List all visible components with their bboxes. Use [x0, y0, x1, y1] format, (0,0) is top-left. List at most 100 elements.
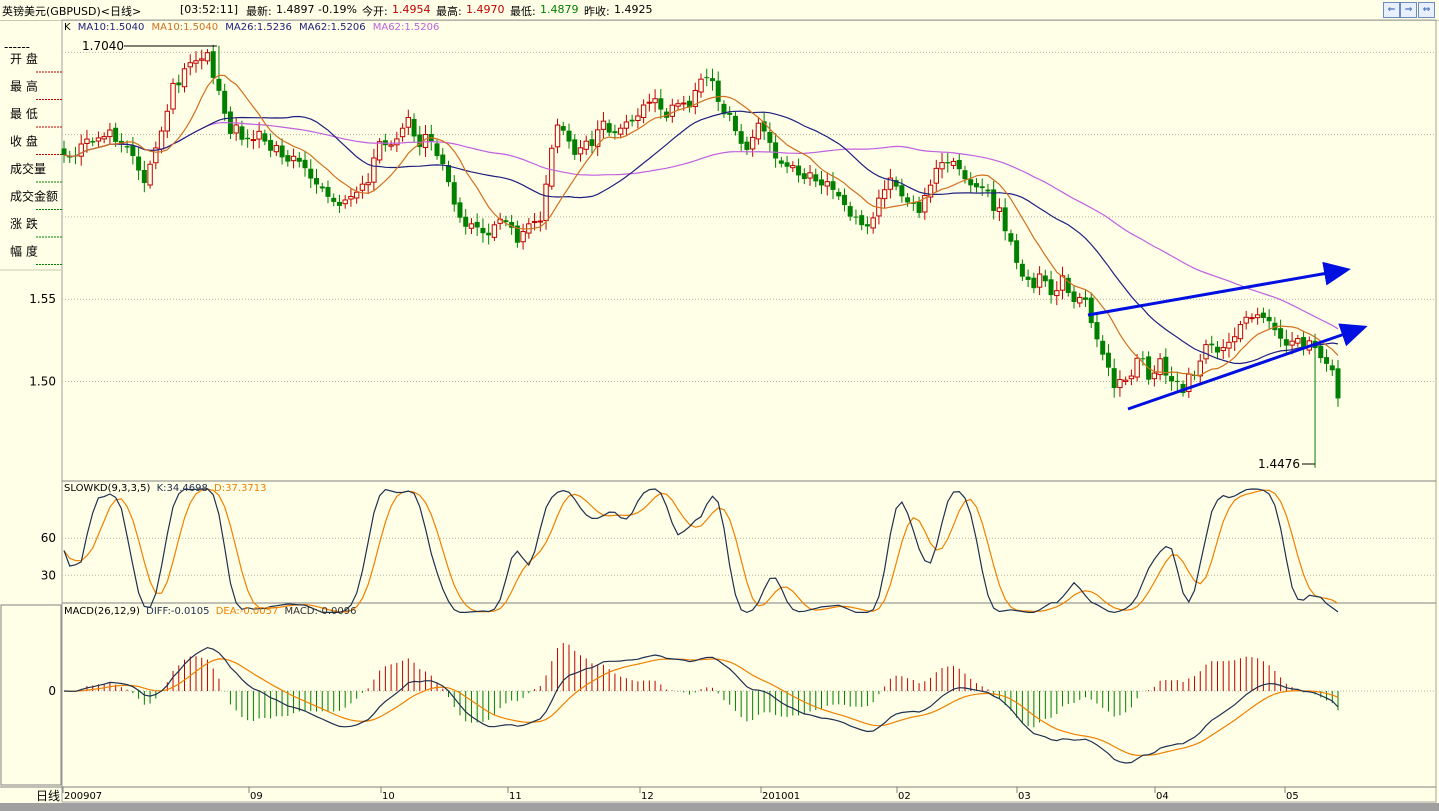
kd-k-value: K:34.4698 — [156, 483, 208, 494]
candle-body-down — [480, 227, 486, 234]
candle-body-down — [463, 216, 469, 227]
candle-body-down — [859, 215, 865, 226]
candle-body-down — [124, 146, 130, 148]
candle-body-down — [262, 133, 268, 142]
candle-body-up — [640, 104, 647, 119]
candle-body-up — [939, 162, 945, 170]
panel-field-label: 成交金额 — [10, 189, 58, 204]
candle-body-up — [394, 138, 400, 146]
candle-body-up — [675, 103, 681, 107]
candle-body-up — [652, 98, 658, 104]
candle-body-up — [1237, 324, 1244, 340]
candle-body-up — [1117, 379, 1123, 389]
candle-body-down — [796, 165, 802, 176]
high-marker-label: 1.7040 — [82, 39, 124, 53]
candle-body-down — [1082, 297, 1088, 300]
candle-body-down — [773, 142, 779, 159]
macd-histogram — [69, 643, 1339, 728]
x-axis-label: 03 — [1018, 791, 1031, 802]
candle-body-up — [600, 120, 607, 130]
candle-body-down — [813, 174, 819, 182]
candle-body-down — [715, 80, 721, 102]
candle-body-down — [331, 197, 337, 202]
candle-body-down — [61, 148, 67, 156]
candle-body-down — [285, 155, 291, 162]
candle-body-up — [807, 172, 813, 179]
candle-body-up — [1254, 314, 1261, 319]
price-chart[interactable]: 1.55 1.50 开 盘最 高最 低收 盘成交量成交金额涨 跌幅 度 1.7040 1… — [0, 0, 1439, 811]
candle-body-up — [1197, 360, 1203, 377]
macd-axis-tick: 0 — [48, 684, 56, 698]
candle-body-up — [187, 62, 193, 68]
candle-body-up — [365, 182, 371, 186]
candle-body-down — [141, 170, 147, 184]
candle-body-down — [457, 202, 463, 218]
candle-body-up — [520, 231, 526, 243]
candle-body-down — [1266, 316, 1272, 322]
candle-body-up — [1243, 316, 1249, 324]
candle-body-down — [709, 78, 715, 82]
x-axis-label: 10 — [382, 791, 395, 802]
candle-body-up — [669, 104, 676, 117]
candle-body-up — [933, 167, 939, 184]
candle-body-up — [537, 220, 544, 223]
candle-body-up — [1226, 341, 1232, 349]
candle-body-up — [95, 137, 102, 142]
candle-body-down — [474, 221, 480, 228]
candle-body-down — [841, 194, 847, 206]
candle-body-down — [1025, 276, 1031, 280]
candle-body-up — [147, 163, 153, 186]
candle-body-up — [698, 78, 704, 93]
candle-body-up — [531, 221, 538, 224]
candle-body-up — [623, 121, 630, 129]
macd-bar-value: MACD:-0.0096 — [284, 606, 357, 617]
candle-body-down — [279, 145, 285, 158]
candle-body-down — [560, 126, 566, 131]
candle-body-down — [113, 127, 119, 142]
kd-axis-tick: 30 — [41, 568, 56, 582]
x-axis-label: 200907 — [64, 791, 102, 802]
candle-body-down — [216, 78, 222, 91]
price-axis-tick: 1.50 — [29, 374, 56, 388]
price-axis-tick: 1.55 — [29, 292, 56, 306]
candle-body-up — [1122, 379, 1129, 382]
panel-field-label: 成交量 — [10, 161, 46, 176]
candle-body-down — [1048, 279, 1054, 296]
candle-body-down — [1174, 380, 1180, 382]
candle-body-down — [1278, 328, 1284, 339]
candle-body-down — [440, 154, 446, 165]
x-axis-label: 04 — [1156, 791, 1169, 802]
candle-body-down — [612, 131, 618, 134]
candle-body-down — [962, 170, 968, 180]
candle-body-up — [646, 101, 653, 104]
ma-header: K MA10:1.5040 MA10:1.5040 MA26:1.5236 MA… — [64, 22, 439, 33]
candle-body-down — [1140, 358, 1146, 360]
x-axis-corner-label: 日线 — [36, 789, 60, 803]
candle-body-down — [1008, 233, 1014, 242]
candle-body-up — [376, 141, 383, 161]
candle-body-down — [445, 165, 451, 183]
ma62-line — [63, 121, 1339, 330]
candle-body-up — [273, 144, 280, 153]
x-axis-label: 11 — [509, 791, 522, 802]
candle-body-down — [1169, 376, 1175, 382]
candle-body-up — [755, 122, 762, 140]
candle-body-down — [296, 157, 302, 162]
candle-body-down — [268, 140, 274, 151]
candle-body-down — [1094, 322, 1100, 340]
panel-field-label: 涨 跌 — [10, 216, 38, 231]
candle-body-up — [399, 127, 406, 138]
candle-body-down — [319, 186, 325, 189]
candle-body-down — [738, 131, 744, 144]
candle-body-up — [101, 136, 107, 140]
candle-body-down — [336, 201, 342, 206]
x-axis-label: 02 — [898, 791, 911, 802]
candle-body-down — [222, 90, 228, 114]
candle-body-up — [554, 124, 561, 148]
candle-body-up — [290, 155, 297, 162]
candle-body-down — [1209, 343, 1215, 346]
candle-body-down — [325, 186, 331, 197]
candle-body-down — [411, 118, 417, 137]
candle-body-up — [256, 130, 262, 140]
x-axis-label: 12 — [641, 791, 654, 802]
